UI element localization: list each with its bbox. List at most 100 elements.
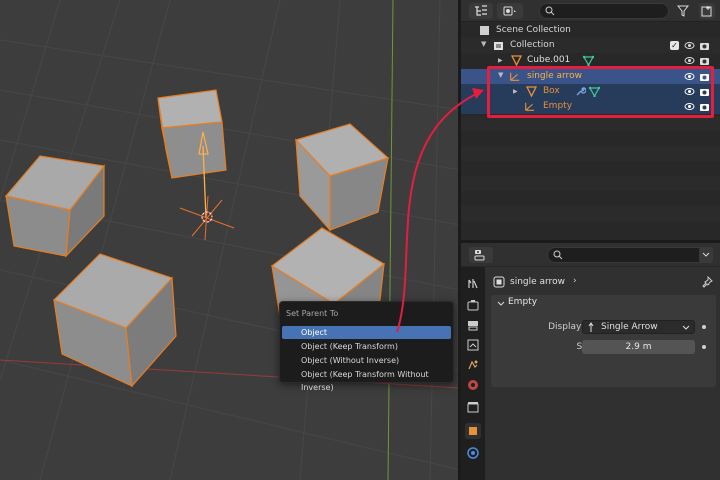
properties-search-input[interactable]: [547, 247, 707, 263]
tab-object-data[interactable]: [465, 445, 481, 461]
outliner-row-empty[interactable]: Empty: [461, 99, 720, 114]
object-name-label: single arrow: [510, 277, 565, 287]
object-icon: [469, 427, 477, 435]
camera-icon[interactable]: [699, 71, 710, 82]
tab-view-layer[interactable]: [465, 337, 481, 353]
outliner-empty-row: [461, 116, 720, 131]
menu-title: Set Parent To: [286, 309, 339, 318]
tab-world[interactable]: [465, 377, 481, 393]
object-type-icon: [493, 276, 505, 291]
outliner-empty-row: [461, 206, 720, 221]
new-collection-button[interactable]: [699, 3, 715, 19]
camera-icon[interactable]: [699, 101, 710, 112]
properties-editor[interactable]: single arrow › Empty Display As Single A…: [461, 243, 720, 480]
empty-object-icon: [509, 71, 520, 82]
editor-type-button[interactable]: [469, 247, 493, 263]
new-collection-icon: [701, 6, 712, 17]
empty-panel: Empty Display As Single Arrow Size 2.9 m: [491, 295, 716, 387]
expand-triangle-icon[interactable]: ▶: [498, 57, 503, 64]
display-mode-icon: [503, 6, 516, 16]
tab-render[interactable]: [465, 297, 481, 313]
output-icon: [468, 321, 478, 331]
viewport-scene[interactable]: [0, 0, 460, 480]
eye-icon[interactable]: [684, 40, 695, 51]
filter-button[interactable]: [673, 3, 695, 19]
row-label: Cube.001: [527, 55, 571, 65]
collapse-triangle-icon[interactable]: ▼: [481, 40, 486, 48]
chevron-down-icon: [682, 323, 690, 335]
tab-output[interactable]: [465, 317, 481, 333]
cube-right[interactable]: [294, 123, 390, 232]
properties-tabs: [461, 267, 485, 480]
row-label: Scene Collection: [496, 25, 571, 35]
eye-icon[interactable]: [684, 86, 695, 97]
collection-icon: [493, 40, 504, 51]
editor-type-button[interactable]: [469, 3, 493, 19]
outliner-row-collection[interactable]: ▼ Collection ✓: [461, 38, 720, 53]
filter-icon: [677, 5, 690, 17]
tab-object[interactable]: [465, 423, 481, 439]
row-label: Empty: [543, 101, 573, 111]
render-icon: [467, 300, 479, 311]
pin-icon[interactable]: [701, 275, 713, 291]
display-as-value: Single Arrow: [601, 322, 658, 332]
outliner-row-single-arrow[interactable]: ▼ single arrow: [461, 69, 720, 84]
size-field[interactable]: 2.9 m: [582, 340, 695, 354]
collapse-triangle-icon[interactable]: ▼: [498, 71, 503, 79]
mesh-data-icon: [583, 55, 594, 66]
outliner-editor-icon: [475, 5, 487, 16]
search-icon: [553, 250, 563, 260]
menu-item-object[interactable]: Object: [282, 326, 451, 339]
wrench-icon: [575, 86, 586, 97]
eye-icon[interactable]: [684, 55, 695, 66]
world-icon: [468, 380, 478, 390]
camera-icon[interactable]: [699, 40, 710, 51]
outliner-header: [461, 0, 720, 22]
menu-item-object-keep-transform-without-inverse[interactable]: Object (Keep Transform Without Inverse): [282, 368, 451, 392]
row-label: Box: [543, 86, 560, 96]
mesh-object-icon: [526, 86, 537, 97]
tab-scene[interactable]: [465, 357, 481, 373]
animate-property-dot[interactable]: [702, 345, 706, 349]
view-layer-icon: [467, 339, 479, 351]
expand-triangle-icon[interactable]: ▶: [513, 88, 518, 95]
y-axis-line: [387, 0, 394, 480]
display-mode-button[interactable]: [497, 3, 523, 19]
chevron-down-icon[interactable]: [497, 300, 505, 310]
set-parent-menu[interactable]: Set Parent To Object Object (Keep Transf…: [279, 301, 454, 392]
eye-icon[interactable]: [684, 71, 695, 82]
camera-icon[interactable]: [699, 86, 710, 97]
menu-item-object-without-inverse[interactable]: Object (Without Inverse): [282, 354, 451, 367]
outliner-empty-row: [461, 146, 720, 161]
outliner-search-input[interactable]: [539, 3, 669, 19]
outliner-row-scene-collection[interactable]: Scene Collection: [461, 23, 720, 38]
outliner-row-cube-001[interactable]: ▶ Cube.001: [461, 53, 720, 68]
camera-icon[interactable]: [699, 55, 710, 66]
search-icon: [545, 6, 555, 16]
row-label: Collection: [510, 40, 555, 50]
empty-data-icon: [524, 101, 535, 112]
cube-box[interactable]: [157, 89, 227, 179]
menu-item-object-keep-transform[interactable]: Object (Keep Transform): [282, 340, 451, 353]
properties-header: [461, 243, 720, 267]
exclude-checkbox[interactable]: ✓: [670, 41, 679, 50]
scene-icon: [468, 360, 478, 370]
options-dropdown-button[interactable]: [699, 247, 713, 263]
tab-tool[interactable]: [465, 275, 481, 291]
properties-editor-icon: [474, 250, 485, 261]
panel-title: Empty: [508, 297, 538, 307]
display-as-dropdown[interactable]: Single Arrow: [582, 320, 695, 334]
properties-body: single arrow › Empty Display As Single A…: [485, 267, 720, 480]
object-data-icon: [467, 447, 479, 459]
3d-viewport[interactable]: Set Parent To Object Object (Keep Transf…: [0, 0, 460, 480]
cube-bottom-left[interactable]: [52, 253, 177, 388]
outliner[interactable]: Scene Collection ▼ Collection ✓ ▶ Cube.0…: [461, 0, 720, 240]
cube-left[interactable]: [4, 155, 106, 258]
eye-icon[interactable]: [684, 101, 695, 112]
animate-property-dot[interactable]: [702, 325, 706, 329]
scene-collection-icon: [479, 25, 490, 36]
outliner-row-box[interactable]: ▶ Box: [461, 84, 720, 99]
tab-collection[interactable]: [465, 399, 481, 415]
object-context-row: single arrow ›: [491, 273, 716, 293]
single-arrow-icon: [587, 322, 595, 337]
